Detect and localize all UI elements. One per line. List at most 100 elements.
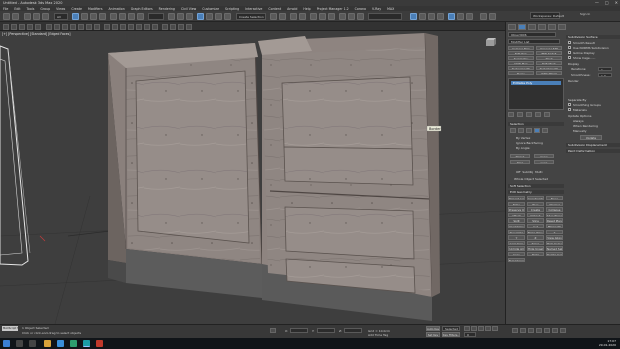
when-rendering-radio[interactable]: When Rendering bbox=[573, 124, 598, 128]
edit-geometry-view-align[interactable]: View Align bbox=[546, 235, 563, 240]
placement-icon[interactable] bbox=[137, 13, 144, 20]
vertex-level-icon[interactable] bbox=[510, 128, 516, 133]
populate-tab-icon[interactable] bbox=[35, 23, 41, 30]
edit-geometry-reset-plane[interactable]: Reset Plane bbox=[546, 218, 563, 223]
selection-option-by-vertex[interactable]: By Vertex bbox=[516, 136, 530, 140]
polygon-level-icon[interactable] bbox=[534, 128, 540, 133]
edit-geometry-x[interactable]: X bbox=[546, 229, 563, 234]
object-paint-tab-icon[interactable] bbox=[27, 23, 33, 30]
keyboard-shortcut-icon[interactable] bbox=[186, 13, 193, 20]
show-end-result-icon[interactable] bbox=[517, 112, 523, 117]
always-radio[interactable]: Always bbox=[573, 119, 584, 123]
maxscript-listener[interactable]: MAXScript Mi bbox=[2, 326, 18, 331]
scene-explorer-icon[interactable] bbox=[104, 23, 110, 30]
edit-geometry-make-planar[interactable]: Make Planar bbox=[527, 229, 544, 234]
freeform-tab-icon[interactable] bbox=[11, 23, 17, 30]
configure-sets-icon[interactable] bbox=[544, 112, 550, 117]
zoom-icon[interactable] bbox=[512, 328, 518, 333]
curve-editor-icon[interactable] bbox=[310, 13, 317, 20]
edit-geometry-relax[interactable]: Relax bbox=[527, 240, 544, 246]
browser-icon[interactable] bbox=[57, 340, 64, 347]
corona-render-icon[interactable] bbox=[448, 13, 455, 20]
edit-geometry-msmooth[interactable]: MSmooth bbox=[546, 224, 563, 229]
snapshot-icon[interactable] bbox=[162, 23, 168, 30]
viewport-label[interactable]: [+] [Perspective] [Standard] [Edged Face… bbox=[2, 32, 71, 36]
middle-drawer[interactable] bbox=[284, 206, 415, 260]
border-level-icon[interactable] bbox=[526, 128, 532, 133]
edit-geometry-normal[interactable]: Normal bbox=[546, 201, 563, 206]
soft-selection-rollout[interactable]: Soft Selection bbox=[508, 184, 564, 188]
menu-group[interactable]: Group bbox=[40, 7, 50, 11]
ribbon-toggle-icon[interactable] bbox=[299, 13, 306, 20]
freeze-icon[interactable] bbox=[136, 23, 142, 30]
clone-icon[interactable] bbox=[186, 23, 192, 30]
edit-geometry-preserve-uvs[interactable]: Preserve UVs bbox=[508, 207, 525, 212]
geometry-icon[interactable] bbox=[70, 23, 76, 30]
z-coord-field[interactable] bbox=[344, 328, 362, 333]
modeling-tab-icon[interactable] bbox=[3, 23, 9, 30]
project-folder-icon[interactable] bbox=[480, 13, 487, 20]
polygon-modeling-icon[interactable] bbox=[46, 23, 52, 30]
selection-option-by-angle[interactable]: By Angle: bbox=[516, 146, 530, 150]
selection-option-ignore-backfacing[interactable]: Ignore Backfacing bbox=[516, 141, 543, 145]
selection-tab-icon[interactable] bbox=[19, 23, 25, 30]
task-view-icon[interactable] bbox=[29, 340, 36, 347]
next-frame-icon[interactable] bbox=[485, 326, 491, 331]
layer-explorer-icon[interactable] bbox=[290, 13, 297, 20]
sign-in-link[interactable]: Sign In bbox=[580, 12, 590, 16]
menu-edit[interactable]: Edit bbox=[14, 7, 20, 11]
pan-icon[interactable] bbox=[544, 328, 550, 333]
menu-max[interactable]: MAX bbox=[387, 7, 394, 11]
edit-geometry-tessellate[interactable]: Tessellate bbox=[508, 229, 525, 234]
menu-modifiers[interactable]: Modifiers bbox=[88, 7, 103, 11]
pivot-icon[interactable] bbox=[168, 13, 175, 20]
selection-filter-dropdown[interactable]: All bbox=[54, 13, 68, 20]
render-preset-dropdown[interactable] bbox=[368, 13, 402, 20]
layers-icon[interactable] bbox=[112, 23, 118, 30]
region-select-icon[interactable] bbox=[90, 13, 97, 20]
x-coord-field[interactable] bbox=[290, 328, 308, 333]
stack-item-editable-poly[interactable]: Editable Poly bbox=[511, 81, 561, 85]
subdivision-icon[interactable] bbox=[78, 23, 84, 30]
edge-level-icon[interactable] bbox=[518, 128, 524, 133]
menu-graph-editors[interactable]: Graph Editors bbox=[131, 7, 153, 11]
unlink-icon[interactable] bbox=[33, 13, 40, 20]
modifier-button-camera-map[interactable]: Camera Map bbox=[508, 46, 534, 50]
hide-icon[interactable] bbox=[144, 23, 150, 30]
selection-option-grow[interactable]: Grow bbox=[534, 154, 554, 158]
menu-tools[interactable]: Tools bbox=[27, 7, 35, 11]
modifier-button-shell[interactable]: Shell bbox=[536, 56, 562, 60]
edit-geometry-unhide-all[interactable]: Unhide All bbox=[508, 246, 525, 251]
edit-icon[interactable] bbox=[62, 23, 68, 30]
workspace-dropdown[interactable]: Workspaces: Default bbox=[530, 12, 564, 19]
iterations-spinner[interactable]: 1 bbox=[598, 67, 612, 71]
zoom-all-icon[interactable] bbox=[520, 328, 526, 333]
materials-checkbox[interactable] bbox=[568, 108, 571, 111]
upper-drawer[interactable] bbox=[283, 146, 414, 186]
hierarchy-tab-icon[interactable] bbox=[528, 24, 536, 30]
percent-snap-icon[interactable] bbox=[215, 13, 222, 20]
window-crossing-icon[interactable] bbox=[99, 13, 106, 20]
menu-file[interactable]: File bbox=[3, 7, 8, 11]
go-to-start-icon[interactable] bbox=[464, 326, 470, 331]
scale-icon[interactable] bbox=[128, 13, 135, 20]
menu-scripting[interactable]: Scripting bbox=[225, 7, 239, 11]
vray-icon[interactable] bbox=[410, 13, 417, 20]
modifier-stack[interactable]: Editable Poly bbox=[508, 78, 564, 110]
select-move-icon[interactable] bbox=[110, 13, 117, 20]
manually-radio[interactable]: Manually bbox=[573, 129, 587, 133]
create-tab-icon[interactable] bbox=[508, 24, 516, 30]
object-name-field[interactable]: Object006 bbox=[508, 32, 556, 37]
lock-selection-icon[interactable] bbox=[270, 328, 276, 333]
add-time-tag[interactable]: Add Time Tag bbox=[368, 333, 388, 337]
menu-animation[interactable]: Animation bbox=[109, 7, 125, 11]
set-key-button[interactable]: Set Key bbox=[426, 332, 440, 337]
mirror-icon[interactable] bbox=[270, 13, 277, 20]
edit-geometry-copy[interactable]: Copy bbox=[508, 252, 525, 257]
link-icon[interactable] bbox=[24, 13, 31, 20]
isolate-icon[interactable] bbox=[128, 23, 134, 30]
spinner-snap-icon[interactable] bbox=[224, 13, 231, 20]
edit-geometry-y[interactable]: Y bbox=[508, 235, 525, 240]
close-button[interactable]: ✕ bbox=[615, 0, 618, 5]
properties-icon[interactable] bbox=[94, 23, 100, 30]
